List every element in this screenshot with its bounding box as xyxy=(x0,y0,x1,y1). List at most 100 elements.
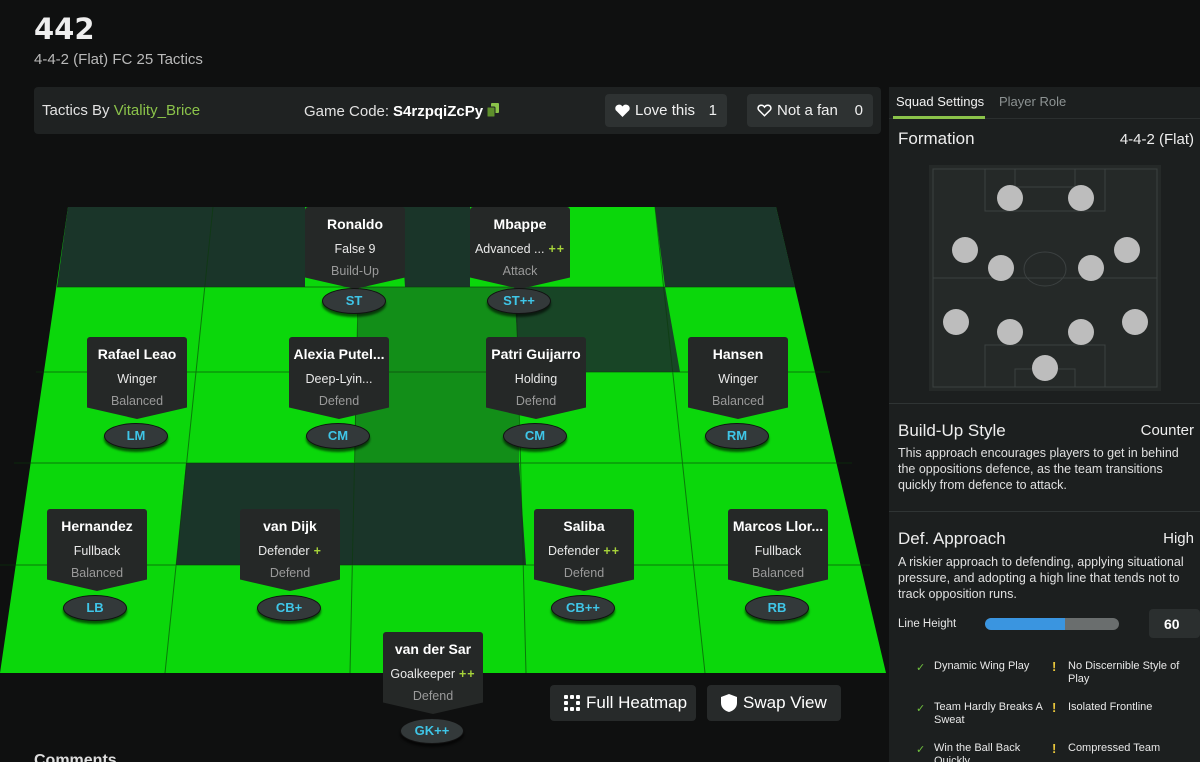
player-card[interactable]: Saliba Defender ++ Defend xyxy=(534,509,634,591)
player-card[interactable]: van Dijk Defender + Defend xyxy=(240,509,340,591)
player-card[interactable]: Mbappe Advanced ... ++ Attack xyxy=(470,207,570,289)
player-card[interactable]: van der Sar Goalkeeper ++ Defend xyxy=(383,632,483,714)
player-card[interactable]: Ronaldo False 9 Build-Up xyxy=(305,207,405,289)
strength-item: Win the Ball Back Quickly xyxy=(934,742,1021,762)
player-focus: Build-Up xyxy=(331,264,379,278)
check-icon: ✓ xyxy=(916,662,926,674)
build-up-title: Build-Up Style xyxy=(898,421,1006,440)
player-card[interactable]: Marcos Llor... Fullback Balanced xyxy=(728,509,828,591)
love-button[interactable]: Love this 1 xyxy=(605,94,727,127)
full-heatmap-button[interactable]: Full Heatmap xyxy=(550,685,696,721)
player-name: Patri Guijarro xyxy=(491,346,581,362)
player-focus: Defend xyxy=(563,566,605,580)
author-line: Tactics By Vitality_Brice xyxy=(42,102,200,119)
player-name: Mbappe xyxy=(493,216,547,232)
full-heatmap-label: Full Heatmap xyxy=(586,693,688,712)
player-name: Hansen xyxy=(712,346,764,362)
check-icon: ✓ xyxy=(916,744,926,756)
tactic-info-bar: Tactics By Vitality_Brice Game Code: S4rz… xyxy=(34,87,881,134)
player-role: Fullback xyxy=(728,544,828,558)
game-code: Game Code: S4rzpqiZcPy xyxy=(304,102,500,120)
pitch-zone-dark xyxy=(176,463,526,565)
settings-tabs: Squad Settings Player Role xyxy=(889,87,1200,119)
player-role: Winger xyxy=(87,372,187,386)
position-badge: LM xyxy=(104,423,168,449)
line-height-label: Line Height xyxy=(898,618,957,630)
love-label: Love this xyxy=(635,102,696,119)
position-badge: CM xyxy=(503,423,567,449)
position-badge: RB xyxy=(745,595,809,621)
weakness-item: Compressed Team xyxy=(1068,742,1161,754)
strength-item: Team Hardly Breaks A Sweat xyxy=(934,701,1043,726)
player-focus: Defend xyxy=(318,394,360,408)
tab-squad-settings[interactable]: Squad Settings xyxy=(896,94,984,109)
shield-icon xyxy=(721,694,737,712)
player-name: Ronaldo xyxy=(327,216,383,232)
player-role: Fullback xyxy=(47,544,147,558)
player-role-text: Fullback xyxy=(754,544,802,558)
not-a-fan-button[interactable]: Not a fan 0 xyxy=(747,94,873,127)
fan-label: Not a fan xyxy=(777,102,838,119)
role-plus: + xyxy=(313,544,322,558)
player-card[interactable]: Patri Guijarro Holding Defend xyxy=(486,337,586,419)
formation-value: 4-4-2 (Flat) xyxy=(1119,131,1194,148)
player-role-text: False 9 xyxy=(334,242,376,256)
build-up-value: Counter xyxy=(1140,422,1194,439)
def-approach-description: A riskier approach to defending, applyin… xyxy=(898,555,1184,601)
swap-view-label: Swap View xyxy=(743,693,827,712)
swap-view-button[interactable]: Swap View xyxy=(707,685,841,721)
player-focus: Balanced xyxy=(711,394,765,408)
position-badge: CB+ xyxy=(257,595,321,621)
tactic-settings-panel: Squad Settings Player Role Formation 4-4… xyxy=(889,87,1200,762)
player-focus: Defend xyxy=(412,689,454,703)
player-card[interactable]: Alexia Putel... Deep-Lyin... Defend xyxy=(289,337,389,419)
position-badge: ST xyxy=(322,288,386,314)
player-name: Saliba xyxy=(563,518,605,534)
author-link[interactable]: Vitality_Brice xyxy=(114,102,200,119)
line-height-slider[interactable] xyxy=(985,618,1119,630)
warning-icon: ! xyxy=(1052,741,1057,756)
player-focus: Balanced xyxy=(70,566,124,580)
tab-player-role[interactable]: Player Role xyxy=(999,94,1066,109)
player-role-text: Advanced ... xyxy=(474,242,545,256)
def-approach-title: Def. Approach xyxy=(898,529,1006,548)
copy-icon[interactable] xyxy=(486,103,500,118)
player-role-text: Holding xyxy=(514,372,558,386)
formation-label: Formation xyxy=(898,129,975,148)
player-name: Alexia Putel... xyxy=(293,346,385,362)
player-focus: Defend xyxy=(515,394,557,408)
game-code-label: Game Code: xyxy=(304,103,390,120)
page-title: 442 xyxy=(34,12,95,46)
active-tab-indicator xyxy=(893,116,985,119)
position-badge: LB xyxy=(63,595,127,621)
pitch-zone-dark xyxy=(57,207,305,287)
player-name: Hernandez xyxy=(61,518,133,534)
player-name: van der Sar xyxy=(394,641,472,657)
comments-heading: Comments xyxy=(34,752,117,762)
player-card[interactable]: Hansen Winger Balanced xyxy=(688,337,788,419)
line-height-fill xyxy=(985,618,1066,630)
player-card[interactable]: Hernandez Fullback Balanced xyxy=(47,509,147,591)
player-name: van Dijk xyxy=(263,518,317,534)
section-divider xyxy=(889,403,1200,404)
player-role: Defender ++ xyxy=(534,544,634,558)
player-role: False 9 xyxy=(305,242,405,256)
player-role-text: Goalkeeper xyxy=(390,667,455,681)
player-role: Deep-Lyin... xyxy=(289,372,389,386)
role-plus: ++ xyxy=(459,667,476,681)
heart-icon xyxy=(615,104,630,117)
check-icon: ✓ xyxy=(916,703,926,715)
player-role: Goalkeeper ++ xyxy=(383,667,483,681)
player-focus: Balanced xyxy=(110,394,164,408)
player-focus: Balanced xyxy=(751,566,805,580)
player-role: Holding xyxy=(486,372,586,386)
line-height-value: 60 xyxy=(1149,609,1200,638)
fan-count: 0 xyxy=(854,102,863,119)
weakness-item: Isolated Frontline xyxy=(1068,701,1153,713)
player-name: Marcos Llor... xyxy=(732,518,824,534)
player-role: Advanced ... ++ xyxy=(470,242,570,256)
warning-icon: ! xyxy=(1052,700,1057,715)
warning-icon: ! xyxy=(1052,659,1057,674)
player-card[interactable]: Rafael Leao Winger Balanced xyxy=(87,337,187,419)
heart-outline-icon xyxy=(757,104,772,117)
